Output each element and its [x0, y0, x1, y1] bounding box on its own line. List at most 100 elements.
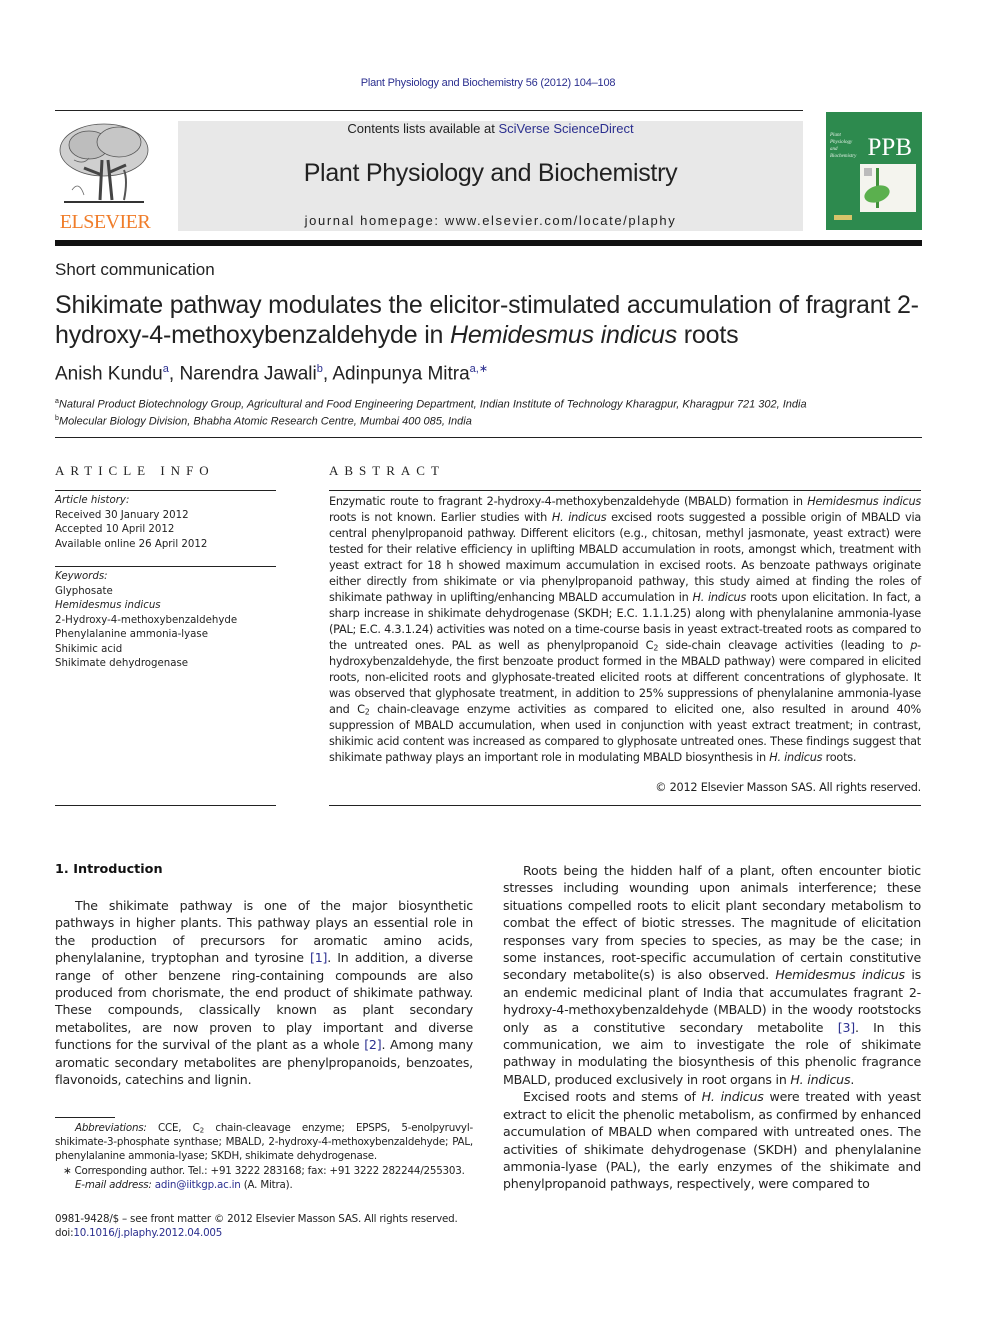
cover-title-line: Biochemistry [830, 154, 857, 159]
author-sep: , [168, 363, 180, 385]
history-label: Article history: [55, 495, 130, 506]
abbreviations-footnote: Abbreviations: CCE, C2 chain-cleavage en… [55, 1121, 473, 1164]
issn-line: 0981-9428/$ – see front matter © 2012 El… [55, 1213, 458, 1225]
keywords-rule [55, 566, 276, 567]
cover-figure [860, 164, 916, 212]
header-thick-rule [55, 240, 922, 246]
cover-small-title: Plant Physiology and Biochemistry [830, 132, 856, 160]
author-name[interactable]: Anish Kundu [55, 363, 163, 384]
abstract-rule [329, 490, 921, 491]
text-run: Enzymatic route to fragrant 2-hydroxy-4-… [329, 495, 808, 508]
italic-text: H. indicus [790, 1071, 851, 1087]
article-info-rule [55, 490, 276, 491]
article-info-heading: ARTICLE INFO [55, 463, 215, 478]
text-run: CCE, C [146, 1122, 200, 1134]
title-text-end: roots [677, 321, 739, 349]
cover-abbrev: PPB [867, 134, 912, 161]
corresponding-author-footnote: ∗ Corresponding author. Tel.: +91 3222 2… [63, 1164, 465, 1177]
elsevier-wordmark: ELSEVIER [59, 211, 151, 233]
keyword-item[interactable]: Phenylalanine ammonia-lyase [55, 628, 276, 643]
abstract-copyright: © 2012 Elsevier Masson SAS. All rights r… [655, 781, 921, 794]
text-run: Roots being the hidden half of a plant, … [503, 863, 921, 983]
history-item: Accepted 10 April 2012 [55, 524, 175, 535]
italic-text: H. indicus [692, 591, 747, 604]
text-run: . [850, 1071, 855, 1087]
cover-figure-box [864, 168, 872, 176]
affiliations: aNatural Product Biotechnology Group, Ag… [55, 395, 807, 428]
article-info-end-rule [55, 805, 276, 806]
text-run: were treated with yeast extract to elici… [503, 1089, 922, 1192]
journal-cover[interactable]: Plant Physiology and Biochemistry PPB [826, 112, 922, 230]
doi-link[interactable]: 10.1016/j.plaphy.2012.04.005 [73, 1227, 222, 1239]
doi-line: doi:10.1016/j.plaphy.2012.04.005 [55, 1226, 485, 1240]
italic-text: Hemidesmus indicus [775, 967, 905, 983]
email-footnote: E-mail address: adin@iitkgp.ac.in (A. Mi… [55, 1178, 473, 1192]
author-affil-link[interactable]: a,∗ [470, 363, 488, 375]
article-type: Short communication [55, 260, 215, 279]
cover-publisher-mark [834, 215, 852, 220]
affiliation-text: Natural Product Biotechnology Group, Agr… [58, 398, 807, 411]
section-heading-introduction: 1. Introduction [55, 862, 163, 877]
journal-citation[interactable]: Plant Physiology and Biochemistry 56 (20… [0, 77, 976, 89]
keyword-item[interactable]: Shikimic acid [55, 643, 276, 658]
body-paragraph: Roots being the hidden half of a plant, … [503, 862, 921, 1088]
text-run: side-chain cleavage activities (leading … [658, 639, 911, 652]
citation-link[interactable]: [2] [364, 1037, 381, 1052]
front-matter: 0981-9428/$ – see front matter © 2012 El… [55, 1212, 485, 1240]
italic-text: H. indicus [701, 1089, 764, 1105]
italic-text: Hemidesmus indicus [807, 495, 921, 508]
citation-link[interactable]: [3] [838, 1020, 855, 1035]
elsevier-tree-icon [54, 120, 154, 208]
history-item: Received 30 January 2012 [55, 509, 189, 521]
citation-link[interactable]: [1] [310, 950, 327, 965]
text-run: Excised roots and stems of [523, 1089, 702, 1105]
author-sep: , [322, 363, 333, 385]
contents-prefix: Contents lists available at [347, 121, 499, 136]
article-history: Article history: Received 30 January 201… [55, 494, 276, 552]
keywords-label: Keywords: [55, 571, 108, 582]
italic-text: H. indicus [769, 751, 823, 764]
abstract-end-rule [329, 805, 921, 806]
abstract-text: Enzymatic route to fragrant 2-hydroxy-4-… [329, 494, 921, 766]
history-item: Available online 26 April 2012 [55, 538, 208, 550]
keywords: Keywords: Glyphosate Hemidesmus indicus 2-… [55, 570, 276, 672]
title-divider [55, 437, 922, 438]
email-link[interactable]: adin@iitkgp.ac.in [155, 1179, 241, 1191]
journal-title[interactable]: Plant Physiology and Biochemistry [178, 159, 803, 188]
italic-text: Abbreviations: [75, 1122, 147, 1134]
doi-prefix: doi: [55, 1227, 74, 1240]
email-suffix: (A. Mitra). [240, 1178, 293, 1191]
author-name[interactable]: Narendra Jawali [179, 363, 316, 384]
email-label: E-mail address: [75, 1178, 152, 1191]
cover-title-line: Plant [830, 133, 841, 138]
affiliation-text: Molecular Biology Division, Bhabha Atomi… [58, 415, 472, 428]
cover-leaf-icon [862, 182, 892, 206]
affiliation-item: aNatural Product Biotechnology Group, Ag… [55, 395, 807, 412]
italic-text: H. indicus [551, 511, 607, 524]
footnote-rule [55, 1117, 115, 1118]
contents-line: Contents lists available at SciVerse Sci… [178, 121, 803, 136]
elsevier-logo[interactable]: ELSEVIER [54, 120, 156, 233]
intro-column-2: Roots being the hidden half of a plant, … [503, 862, 921, 1193]
keyword-item[interactable]: Glyphosate [55, 585, 276, 600]
body-paragraph: Excised roots and stems of H. indicus we… [503, 1088, 921, 1192]
journal-homepage[interactable]: journal homepage: www.elsevier.com/locat… [178, 213, 803, 228]
keyword-item[interactable]: Hemidesmus indicus [55, 599, 276, 614]
footnotes: Abbreviations: CCE, C2 chain-cleavage en… [55, 1121, 473, 1192]
title-species: Hemidesmus indicus [450, 321, 678, 349]
text-run: roots. [822, 751, 857, 764]
author-name[interactable]: Adinpunya Mitra [332, 363, 469, 384]
header-rule [55, 110, 803, 111]
cover-title-line: and [830, 147, 838, 152]
sciencedirect-link[interactable]: SciVerse ScienceDirect [498, 121, 633, 136]
author-list: Anish Kundua, Narendra Jawalib, Adinpuny… [55, 362, 488, 385]
cover-title-line: Physiology [830, 140, 853, 145]
keyword-item[interactable]: Shikimate dehydrogenase [55, 657, 276, 672]
text-run: roots is not known. Earlier studies with [329, 511, 552, 524]
keyword-item[interactable]: 2-Hydroxy-4-methoxybenzaldehyde [55, 614, 276, 629]
journal-banner: Contents lists available at SciVerse Sci… [178, 121, 803, 231]
abstract-heading: ABSTRACT [329, 463, 445, 478]
affiliation-item: bMolecular Biology Division, Bhabha Atom… [55, 412, 807, 429]
intro-column-1: The shikimate pathway is one of the majo… [55, 897, 473, 1088]
article-title: Shikimate pathway modulates the elicitor… [55, 290, 935, 350]
